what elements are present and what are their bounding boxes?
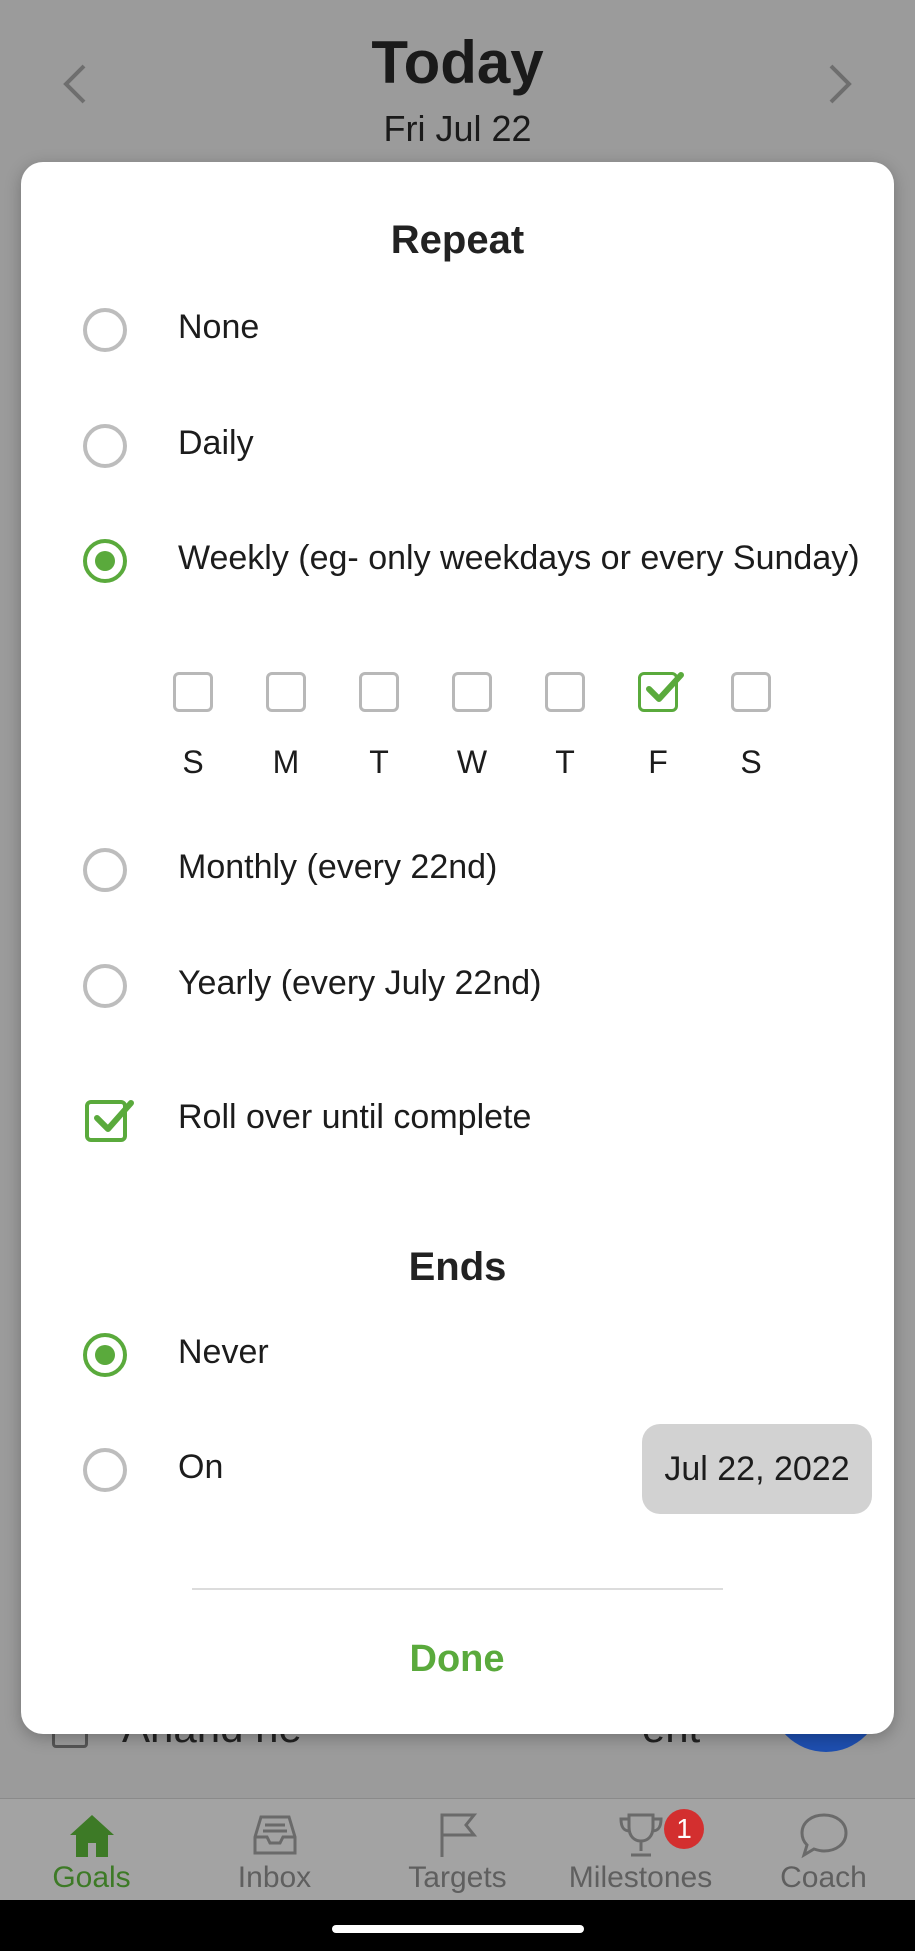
rollover-checkbox-checked[interactable] [85, 1100, 134, 1142]
weekday-tuesday[interactable]: T [349, 672, 409, 792]
option-label: Daily [178, 424, 254, 462]
home-icon [70, 1815, 114, 1857]
radio-button[interactable] [83, 424, 127, 468]
weekday-checkbox[interactable] [359, 672, 399, 712]
radio-button[interactable] [83, 848, 127, 892]
nav-label: Goals [52, 1861, 131, 1894]
weekday-checkbox[interactable] [545, 672, 585, 712]
weekday-label: S [740, 744, 762, 780]
weekday-checkbox[interactable] [731, 672, 771, 712]
weekday-label: S [182, 744, 204, 780]
bottom-navigation: Goals Inbox Targets 1 Milestones Coach [0, 1798, 915, 1900]
nav-label: Coach [780, 1861, 867, 1894]
option-label: Monthly (every 22nd) [178, 848, 498, 886]
today-header: Today Fri Jul 22 [0, 0, 915, 160]
weekday-checkbox[interactable] [266, 672, 306, 712]
repeat-option-none[interactable]: None [21, 290, 894, 370]
page-date: Fri Jul 22 [383, 108, 532, 149]
option-label: None [178, 308, 260, 346]
weekday-checkbox-checked[interactable] [638, 672, 684, 712]
weekday-label: T [555, 744, 575, 780]
weekday-wednesday[interactable]: W [442, 672, 502, 792]
nav-label: Milestones [568, 1861, 713, 1894]
option-label: Yearly (every July 22nd) [178, 964, 542, 1002]
rollover-label: Roll over until complete [178, 1098, 532, 1136]
weekday-label: T [369, 744, 389, 780]
nav-goals[interactable]: Goals [0, 1799, 183, 1901]
option-label: Never [178, 1333, 269, 1371]
weekday-checkbox[interactable] [452, 672, 492, 712]
end-date-picker-button[interactable]: Jul 22, 2022 [642, 1424, 872, 1514]
radio-button[interactable] [83, 964, 127, 1008]
repeat-title: Repeat [390, 218, 525, 262]
flag-icon [440, 1813, 478, 1857]
radio-button-selected[interactable] [83, 1333, 127, 1377]
trophy-icon [619, 1813, 663, 1857]
ends-title: Ends [408, 1245, 507, 1289]
nav-label: Targets [408, 1861, 507, 1894]
checkmark-icon [646, 672, 684, 702]
repeat-option-weekly[interactable]: Weekly (eg- only weekdays or every Sunda… [21, 521, 894, 601]
repeat-dialog: Repeat None Daily Weekly (eg- only weekd… [21, 162, 894, 1734]
done-button[interactable]: Done [357, 1624, 557, 1694]
option-label: On [178, 1448, 224, 1486]
nav-label: Inbox [237, 1861, 312, 1894]
nav-inbox[interactable]: Inbox [183, 1799, 366, 1901]
nav-coach[interactable]: Coach [732, 1799, 915, 1901]
nav-milestones[interactable]: 1 Milestones [549, 1799, 732, 1901]
inbox-icon [253, 1815, 297, 1855]
weekday-thursday[interactable]: T [535, 672, 595, 792]
radio-button[interactable] [83, 308, 127, 352]
nav-targets[interactable]: Targets [366, 1799, 549, 1901]
weekday-checkbox[interactable] [173, 672, 213, 712]
checkmark-icon [94, 1100, 134, 1132]
weekday-label: M [272, 744, 300, 780]
divider [192, 1588, 723, 1590]
repeat-option-monthly[interactable]: Monthly (every 22nd) [21, 830, 894, 910]
rollover-option[interactable]: Roll over until complete [21, 1080, 894, 1160]
option-label: Weekly (eg- only weekdays or every Sunda… [178, 539, 860, 577]
weekday-label: W [456, 744, 488, 780]
weekday-monday[interactable]: M [256, 672, 316, 792]
weekday-friday[interactable]: F [628, 672, 688, 792]
radio-button[interactable] [83, 1448, 127, 1492]
repeat-option-yearly[interactable]: Yearly (every July 22nd) [21, 946, 894, 1026]
next-day-chevron-icon[interactable] [827, 62, 855, 106]
notification-badge: 1 [664, 1809, 704, 1849]
radio-button-selected[interactable] [83, 539, 127, 583]
home-indicator[interactable] [332, 1925, 584, 1933]
repeat-option-daily[interactable]: Daily [21, 406, 894, 486]
ends-option-never[interactable]: Never [21, 1315, 894, 1395]
weekday-saturday[interactable]: S [721, 672, 781, 792]
page-title: Today [371, 29, 544, 96]
weekday-sunday[interactable]: S [163, 672, 223, 792]
chat-bubble-icon [800, 1813, 848, 1859]
weekday-label: F [648, 744, 668, 780]
